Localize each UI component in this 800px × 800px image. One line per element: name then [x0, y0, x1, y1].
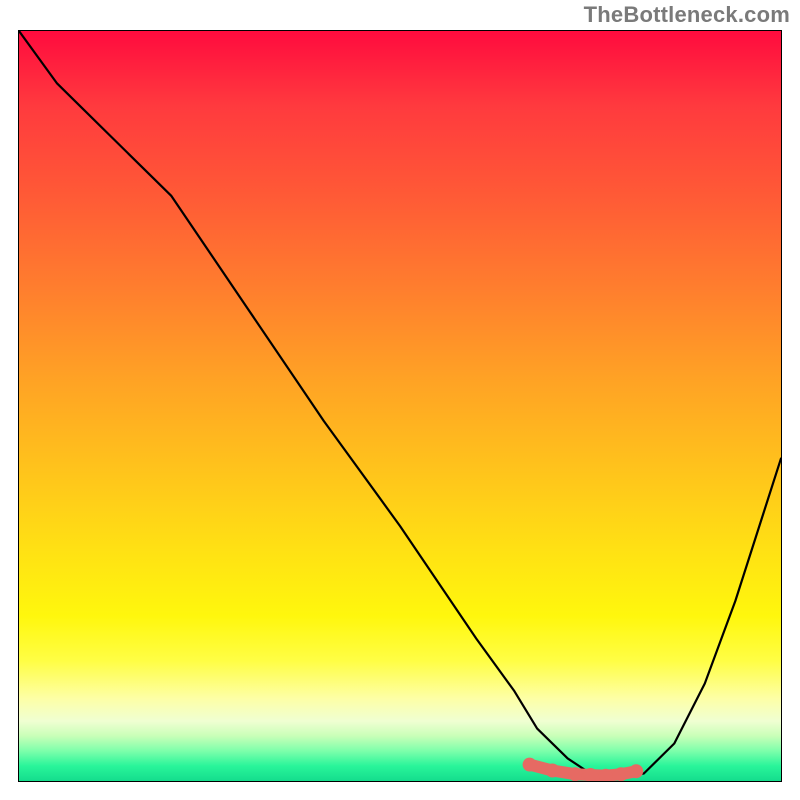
chart-stage: TheBottleneck.com: [0, 0, 800, 800]
optimal-marker: [568, 767, 582, 781]
optimal-band-markers: [523, 758, 644, 781]
optimal-marker: [545, 764, 559, 778]
bottleneck-curve: [19, 31, 781, 777]
optimal-marker: [523, 758, 537, 772]
plot-overlay-svg: [19, 31, 781, 781]
plot-area: [18, 30, 782, 782]
watermark-text: TheBottleneck.com: [584, 2, 790, 28]
optimal-marker: [629, 764, 643, 778]
optimal-marker: [614, 767, 628, 781]
